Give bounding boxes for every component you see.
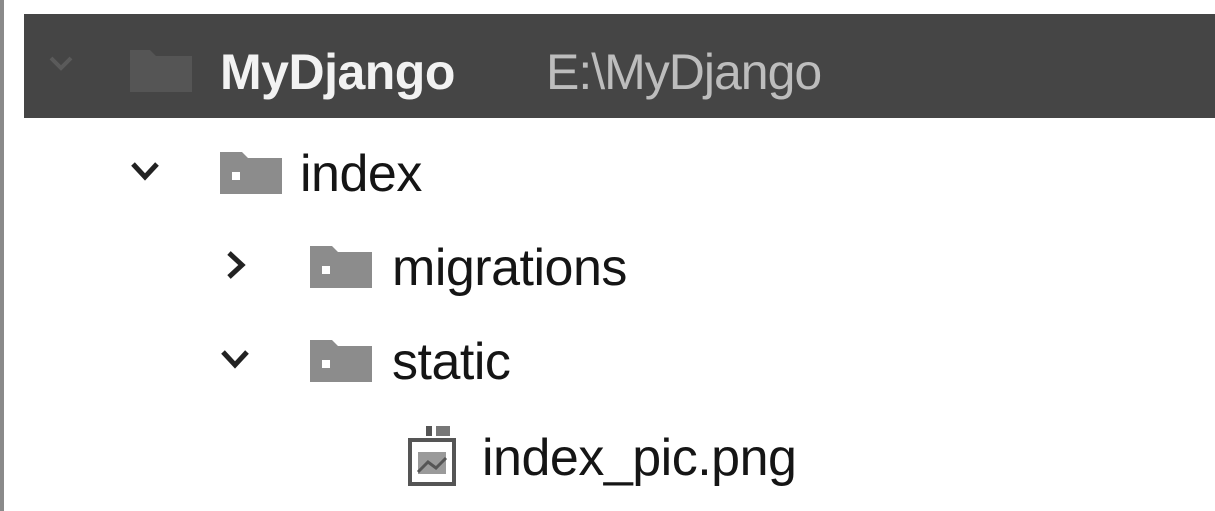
tree-item-label: static: [392, 333, 511, 391]
tree-item-label: migrations: [392, 239, 627, 297]
project-name: MyDjango: [220, 44, 455, 100]
project-path: E:\MyDjango: [546, 44, 822, 100]
folder-icon: [310, 246, 372, 288]
tree-item-index-pic-png[interactable]: index_pic.png: [4, 410, 1215, 500]
folder-icon: [130, 50, 192, 92]
project-root-row[interactable]: MyDjango E:\MyDjango: [24, 14, 1215, 118]
tree-item-label: index_pic.png: [482, 429, 797, 487]
tree-item-migrations[interactable]: migrations: [4, 220, 1215, 310]
file-tree: index migrations static index_pic.png: [4, 118, 1215, 511]
chevron-right-icon[interactable]: [218, 248, 252, 282]
folder-icon: [220, 152, 282, 194]
chevron-down-icon[interactable]: [48, 54, 74, 72]
project-tool-window: MyDjango E:\MyDjango index migrations st…: [0, 0, 1215, 511]
tree-item-label: index: [300, 145, 422, 203]
folder-icon: [310, 340, 372, 382]
chevron-down-icon[interactable]: [128, 154, 162, 188]
tree-item-static[interactable]: static: [4, 314, 1215, 404]
image-file-icon: [408, 426, 456, 486]
tree-item-index[interactable]: index: [4, 126, 1215, 216]
chevron-down-icon[interactable]: [218, 342, 252, 376]
